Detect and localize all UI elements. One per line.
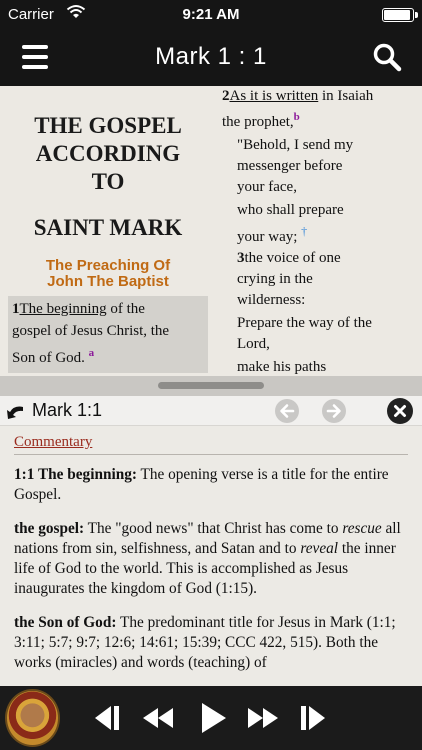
chevron-right-icon — [326, 404, 341, 418]
fast-forward-button[interactable] — [246, 700, 280, 736]
verse-link[interactable]: The beginning — [20, 301, 107, 317]
section-heading: The Preaching Of John The Baptist — [45, 257, 171, 290]
status-bar: Carrier 9:21 AM — [0, 0, 422, 30]
scripture-reader[interactable]: THE GOSPEL ACCORDING TO SAINT MARK The P… — [0, 86, 422, 376]
play-button[interactable] — [198, 700, 228, 736]
left-column: THE GOSPEL ACCORDING TO SAINT MARK The P… — [8, 86, 208, 373]
resize-handle[interactable] — [158, 382, 264, 389]
divider-line — [14, 454, 408, 455]
commentary-reference: Mark 1:1 — [32, 400, 103, 420]
pane-divider — [0, 376, 422, 396]
footnote-marker[interactable]: b — [294, 111, 300, 123]
verse-link[interactable]: As it is written — [230, 88, 319, 104]
previous-button[interactable] — [90, 700, 122, 736]
skip-next-icon — [301, 706, 325, 730]
cross-reference-marker[interactable]: † — [301, 224, 307, 238]
battery-icon — [382, 8, 418, 22]
book-title: THE GOSPEL ACCORDING TO SAINT MARK — [33, 113, 183, 240]
top-bar: Carrier 9:21 AM Mark 1 : 1 — [0, 0, 422, 86]
close-icon — [394, 405, 406, 417]
forward-button[interactable] — [322, 399, 346, 423]
link-arrow-icon — [6, 402, 26, 422]
close-button[interactable] — [387, 398, 413, 424]
nav-bar: Mark 1 : 1 — [0, 30, 422, 86]
rewind-button[interactable] — [141, 700, 175, 736]
clock: 9:21 AM — [182, 6, 240, 23]
search-icon — [373, 43, 402, 72]
commentary-paragraph: 1:1 The beginning: The opening verse is … — [14, 466, 389, 503]
verse-number: 1 — [12, 301, 20, 317]
search-button[interactable] — [372, 42, 402, 72]
chevron-left-icon — [280, 404, 295, 418]
battery-level — [384, 10, 410, 20]
audio-player — [0, 686, 422, 750]
commentary-paragraph: the Son of God: The predominant title fo… — [14, 614, 396, 671]
rewind-icon — [143, 708, 173, 728]
play-icon — [202, 703, 226, 733]
page-title[interactable]: Mark 1 : 1 — [0, 43, 422, 71]
next-button[interactable] — [298, 700, 330, 736]
verse-2[interactable]: 2As it is written in Isaiah — [222, 86, 420, 107]
verse-1-selected[interactable]: 1The beginning of the gospel of Jesus Ch… — [8, 296, 208, 373]
commentary-panel[interactable]: Commentary 1:1 The beginning: The openin… — [0, 426, 422, 686]
skip-previous-icon — [95, 706, 119, 730]
back-button[interactable] — [275, 399, 299, 423]
right-column: 2As it is written in Isaiah the prophet,… — [222, 86, 420, 376]
verse-3[interactable]: 3the voice of one — [222, 248, 420, 269]
narrator-icon-image[interactable] — [5, 689, 60, 747]
commentary-paragraph: the gospel: The "good news" that Christ … — [14, 520, 401, 597]
fast-forward-icon — [248, 708, 278, 728]
commentary-header: Mark 1:1 — [0, 396, 422, 426]
commentary-label: Commentary — [14, 434, 93, 450]
footnote-marker[interactable]: a — [89, 347, 95, 359]
